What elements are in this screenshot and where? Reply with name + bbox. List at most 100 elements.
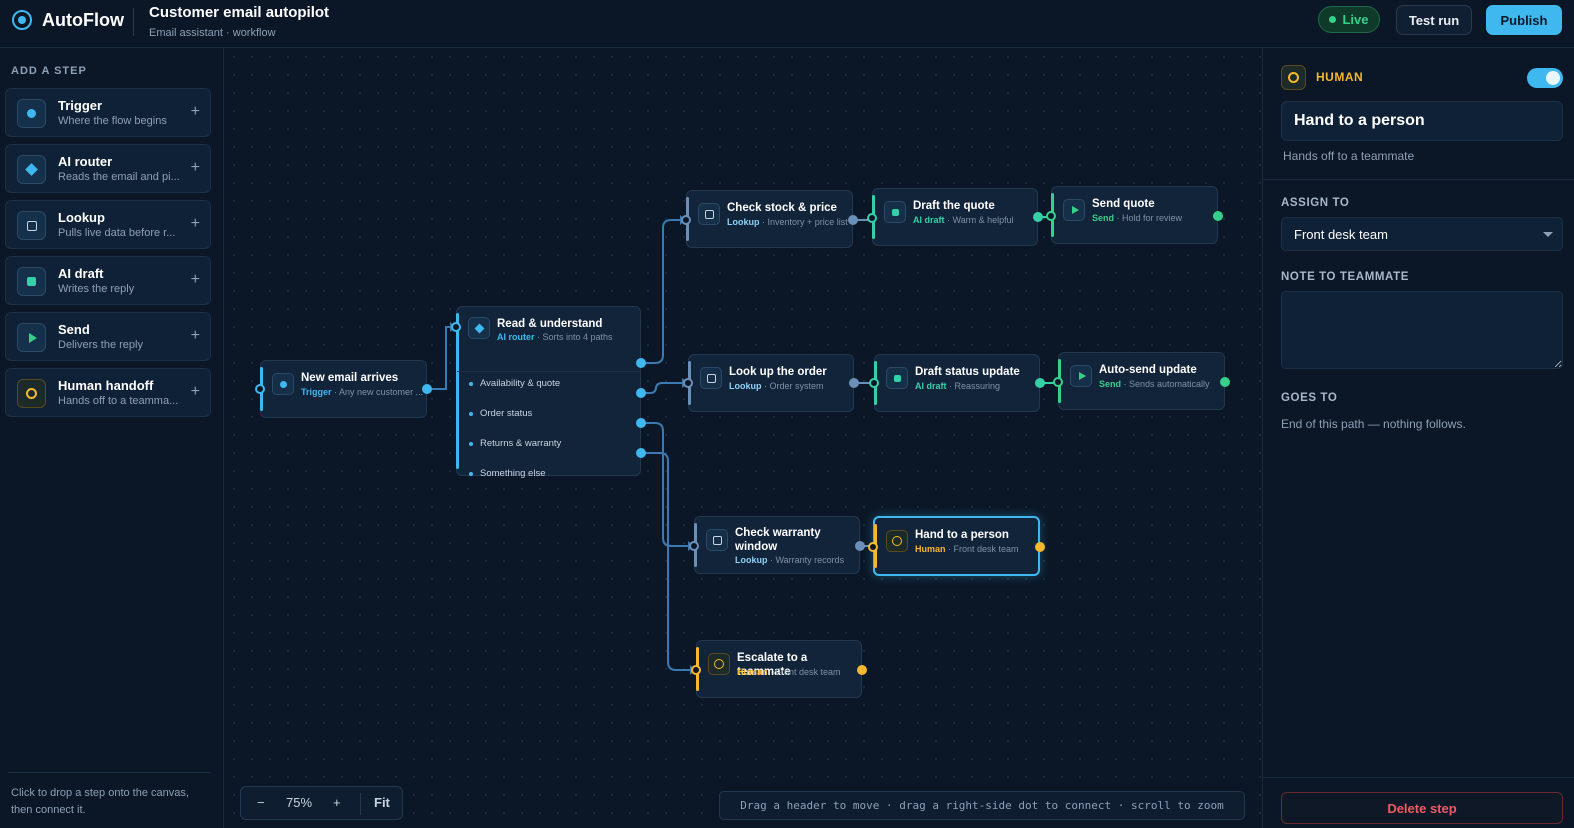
output-port[interactable] [636, 448, 646, 458]
palette-item-desc: Writes the reply [58, 283, 135, 295]
zoom-out-button[interactable]: − [257, 795, 265, 810]
workflow-canvas[interactable] [225, 48, 1261, 828]
output-port[interactable] [1035, 378, 1045, 388]
output-port[interactable] [1033, 212, 1043, 222]
trigger-dot-icon [272, 373, 294, 395]
fit-button[interactable]: Fit [374, 795, 390, 810]
node-detail: Sorts into 4 paths [542, 332, 613, 342]
input-port[interactable] [683, 378, 693, 388]
add-icon[interactable]: + [191, 159, 200, 177]
add-icon[interactable]: + [191, 383, 200, 401]
palette-item-desc: Hands off to a teamma... [58, 395, 179, 407]
node-sep: · [759, 217, 768, 227]
node-send-quote[interactable]: Send quote Send · Hold for review [1051, 186, 1218, 244]
palette-item-human-handoff[interactable]: Human handoff Hands off to a teamma... + [5, 368, 211, 417]
add-icon[interactable]: + [191, 215, 200, 233]
node-detail: Inventory + price list [767, 217, 848, 227]
add-icon[interactable]: + [191, 271, 200, 289]
route-availability-quote[interactable]: Availability & quote [469, 378, 560, 389]
output-port[interactable] [857, 665, 867, 675]
route-label: Returns & warranty [480, 438, 562, 449]
palette-item-ai-router[interactable]: AI router Reads the email and pi... + [5, 144, 211, 193]
node-new-email-arrives[interactable]: New email arrives Trigger · Any new cust… [260, 360, 427, 418]
node-kind: Lookup [729, 381, 762, 391]
zoom-level: 75% [286, 795, 313, 810]
node-detail: Warm & helpful [952, 215, 1014, 225]
node-look-up-the-order[interactable]: Look up the order Lookup · Order system [688, 354, 854, 412]
bullet-icon [469, 411, 473, 416]
output-port[interactable] [848, 215, 858, 225]
node-escalate-to-a-teammate[interactable]: Escalate to a teammate Human · Front des… [696, 640, 862, 698]
assign-to-select[interactable]: Front desk team [1281, 217, 1563, 251]
node-sep: · [945, 544, 954, 554]
output-port[interactable] [1220, 377, 1230, 387]
add-icon[interactable]: + [191, 327, 200, 345]
route-divider [457, 371, 640, 372]
node-sep: · [331, 387, 340, 397]
output-port[interactable] [1035, 542, 1045, 552]
route-label: Order status [480, 408, 533, 419]
node-hand-to-a-person[interactable]: Hand to a person Human · Front desk team [873, 516, 1040, 576]
input-port[interactable] [1053, 377, 1063, 387]
add-icon[interactable]: + [191, 103, 200, 121]
header-divider [133, 8, 134, 36]
step-name-field[interactable]: Hand to a person [1281, 101, 1563, 141]
input-port[interactable] [869, 378, 879, 388]
publish-button[interactable]: Publish [1486, 5, 1562, 35]
node-check-stock-price[interactable]: Check stock & price Lookup · Inventory +… [686, 190, 853, 248]
palette-item-lookup[interactable]: Lookup Pulls live data before r... + [5, 200, 211, 249]
output-port[interactable] [849, 378, 859, 388]
input-port[interactable] [451, 322, 461, 332]
input-port[interactable] [867, 213, 877, 223]
node-detail: Order system [769, 381, 824, 391]
delete-step-button[interactable]: Delete step [1281, 792, 1563, 824]
node-draft-status-update[interactable]: Draft status update AI draft · Reassurin… [874, 354, 1040, 412]
input-port[interactable] [691, 665, 701, 675]
live-status-badge[interactable]: Live [1318, 6, 1380, 33]
palette-item-send[interactable]: Send Delivers the reply + [5, 312, 211, 361]
note-to-teammate-field[interactable] [1281, 291, 1563, 369]
zoom-in-button[interactable]: + [333, 795, 341, 810]
node-check-warranty-window[interactable]: Check warranty window Lookup · Warranty … [694, 516, 860, 574]
node-draft-the-quote[interactable]: Draft the quote AI draft · Warm & helpfu… [872, 188, 1038, 246]
input-port[interactable] [681, 215, 691, 225]
node-detail: Any new customer ... [339, 387, 424, 397]
node-detail: Front desk team [775, 667, 841, 677]
workflow-title[interactable]: Customer email autopilot [149, 4, 329, 21]
output-port[interactable] [636, 418, 646, 428]
palette-item-trigger[interactable]: Trigger Where the flow begins + [5, 88, 211, 137]
route-order-status[interactable]: Order status [469, 408, 532, 419]
node-subtitle: Lookup · Warranty records [735, 555, 844, 565]
output-port[interactable] [855, 541, 865, 551]
output-port[interactable] [1213, 211, 1223, 221]
draft-square-icon [886, 367, 908, 389]
zoom-divider [360, 793, 361, 815]
input-port[interactable] [689, 541, 699, 551]
palette-item-ai-draft[interactable]: AI draft Writes the reply + [5, 256, 211, 305]
chevron-down-icon [1543, 232, 1553, 237]
lookup-square-icon [700, 367, 722, 389]
route-returns-warranty[interactable]: Returns & warranty [469, 438, 561, 449]
node-auto-send-update[interactable]: Auto-send update Send · Sends automatica… [1058, 352, 1225, 410]
route-something-else[interactable]: Something else [469, 468, 545, 479]
bullet-icon [469, 441, 473, 446]
node-kind: AI draft [915, 381, 947, 391]
test-run-button[interactable]: Test run [1396, 5, 1472, 35]
inspector-divider [1263, 777, 1574, 778]
send-play-icon [1070, 365, 1092, 387]
node-title: Draft the quote [913, 200, 995, 212]
output-port[interactable] [422, 384, 432, 394]
node-kind: Send [1092, 213, 1115, 223]
input-port[interactable] [868, 542, 878, 552]
node-kind: Lookup [727, 217, 760, 227]
node-subtitle: Lookup · Order system [729, 381, 824, 391]
input-port[interactable] [1046, 211, 1056, 221]
enabled-toggle[interactable] [1527, 68, 1563, 88]
node-read-understand[interactable]: Read & understand AI router · Sorts into… [456, 306, 641, 479]
input-port[interactable] [255, 384, 265, 394]
output-port[interactable] [636, 358, 646, 368]
bullet-icon [469, 471, 473, 476]
node-title: Check stock & price [727, 202, 837, 214]
node-subtitle: Lookup · Inventory + price list [727, 217, 848, 227]
output-port[interactable] [636, 388, 646, 398]
